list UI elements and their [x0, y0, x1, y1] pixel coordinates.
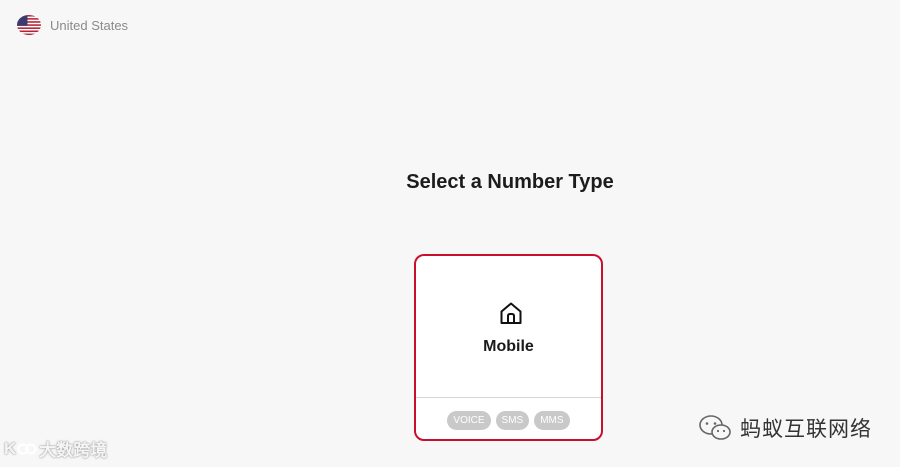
us-flag-icon: [17, 15, 41, 35]
page-title: Select a Number Type: [406, 171, 614, 193]
number-type-card-mobile[interactable]: Mobile VOICE SMS MMS: [414, 254, 603, 441]
tag-voice: VOICE: [447, 411, 491, 430]
wechat-icon: [699, 415, 731, 440]
tag-mms: MMS: [534, 411, 570, 430]
home-icon: [500, 302, 522, 324]
watermark-left-text: 大数跨境: [39, 441, 108, 460]
watermark-right-text: 蚂蚁互联网络: [740, 418, 872, 441]
card-divider: [416, 397, 601, 398]
tag-sms: SMS: [495, 411, 530, 430]
watermark-right: 蚂蚁互联网络: [698, 413, 872, 443]
capability-tags: VOICE SMS MMS: [416, 411, 601, 430]
card-label: Mobile: [483, 338, 534, 355]
watermark-left-eyes-icon: [17, 443, 37, 454]
country-label: United States: [50, 17, 129, 33]
country-selector[interactable]: United States: [17, 15, 128, 35]
watermark-left: K 大数跨境: [4, 436, 107, 461]
watermark-left-logo: K: [4, 438, 16, 458]
